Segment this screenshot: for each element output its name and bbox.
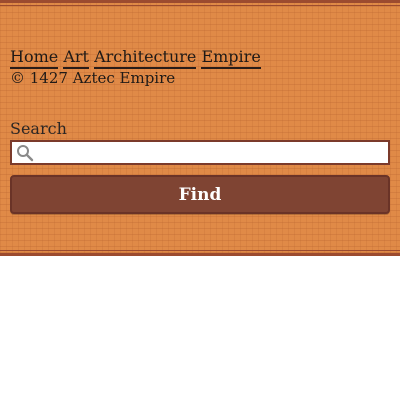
search-field[interactable] xyxy=(10,140,390,165)
header-panel: Home Art Architecture Empire © 1427 Azte… xyxy=(0,0,400,256)
nav-link-home[interactable]: Home xyxy=(10,47,59,69)
search-icon xyxy=(16,144,34,162)
find-button[interactable]: Find xyxy=(10,175,390,214)
copyright-text: © 1427 Aztec Empire xyxy=(10,69,176,87)
search-input[interactable] xyxy=(34,142,388,163)
search-label: Search xyxy=(10,119,67,138)
nav-link-empire[interactable]: Empire xyxy=(201,47,261,69)
nav-link-architecture[interactable]: Architecture xyxy=(94,47,197,69)
nav-link-art[interactable]: Art xyxy=(63,47,89,69)
top-nav: Home Art Architecture Empire xyxy=(10,47,261,69)
